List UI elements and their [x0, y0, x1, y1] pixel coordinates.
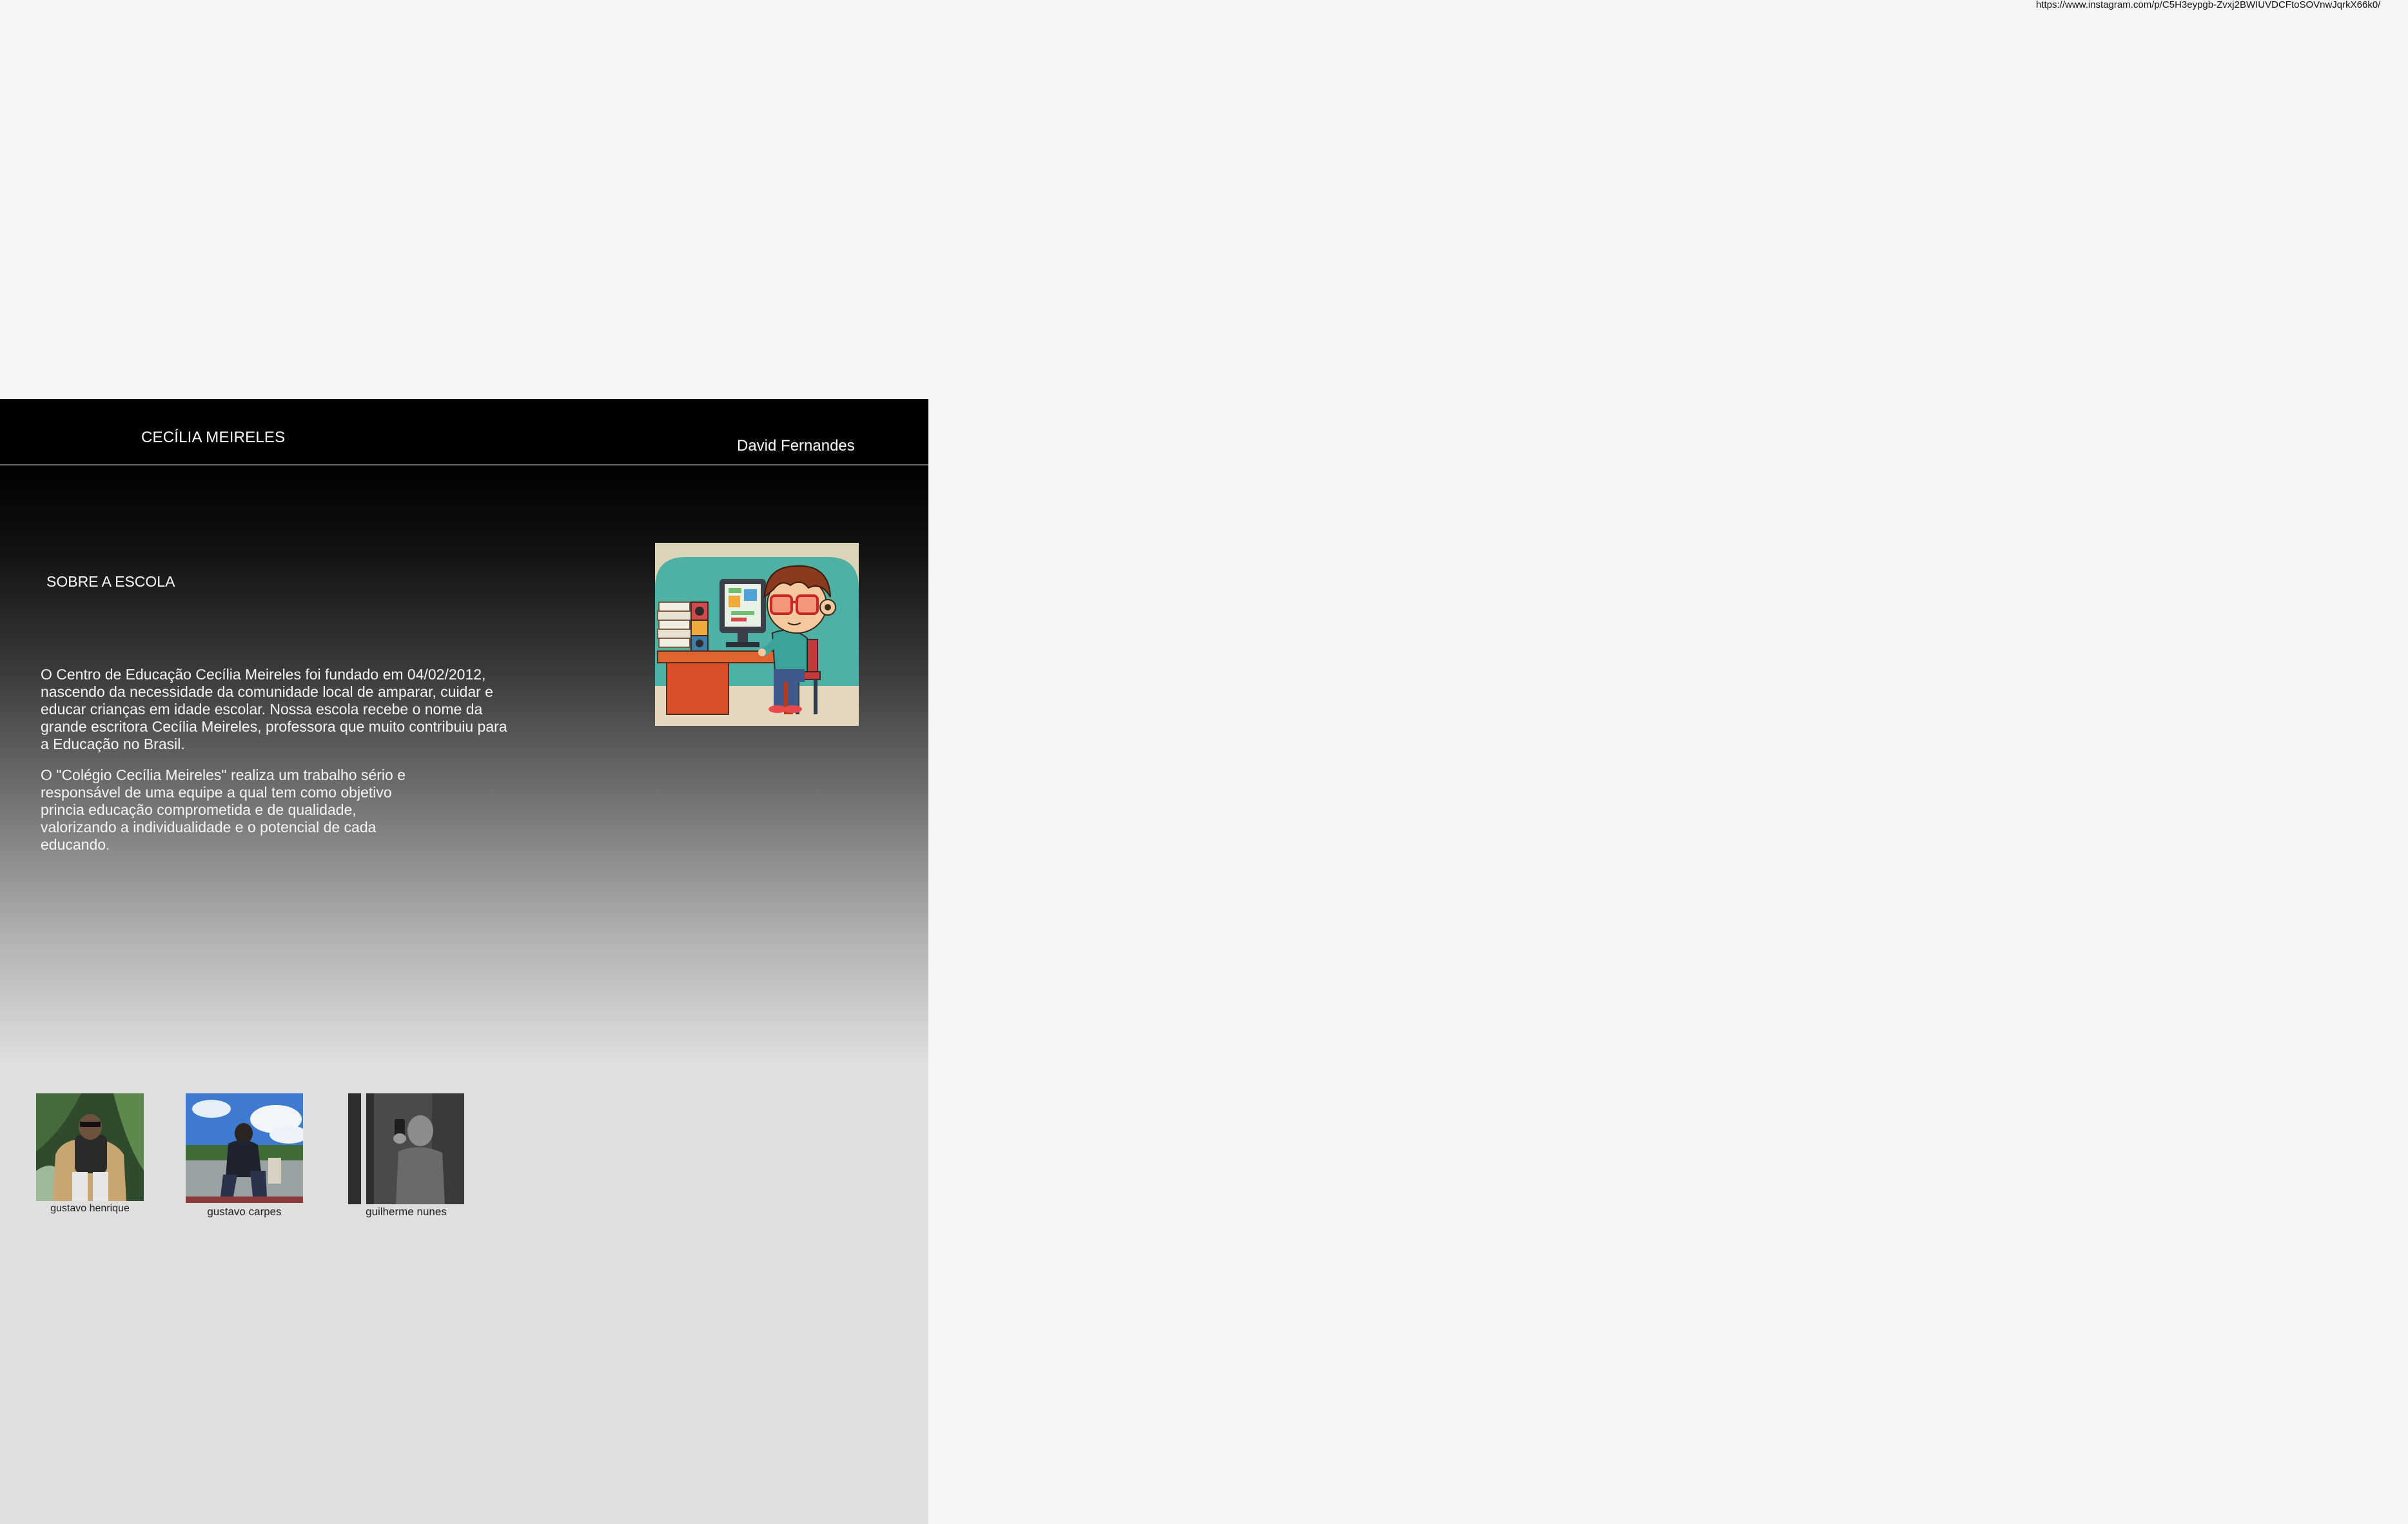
member-photo — [348, 1093, 464, 1204]
member-name: gustavo henrique — [50, 1203, 130, 1214]
member-name: guilherme nunes — [366, 1206, 447, 1218]
member-photo — [186, 1093, 303, 1203]
members-section: gustavo henrique gustavo carpes guilherm… — [0, 1060, 928, 1524]
kid-at-computer-illustration — [655, 543, 859, 726]
member-card[interactable]: gustavo henrique — [36, 1093, 144, 1214]
member-name: gustavo carpes — [207, 1206, 282, 1218]
url-text: https://www.instagram.com/p/C5H3eypgb-Zv… — [2036, 0, 2381, 10]
site-frame: CECÍLIA MEIRELES David Fernandes SOBRE A… — [0, 399, 928, 1524]
about-section: SOBRE A ESCOLA O Centro de Educação Cecí… — [0, 465, 928, 1060]
author-name: David Fernandes — [737, 437, 855, 454]
site-header: CECÍLIA MEIRELES David Fernandes — [0, 399, 928, 465]
member-photo — [36, 1093, 144, 1201]
member-card[interactable]: guilherme nunes — [348, 1093, 464, 1218]
member-card[interactable]: gustavo carpes — [186, 1093, 303, 1218]
site-brand[interactable]: CECÍLIA MEIRELES — [141, 429, 285, 447]
about-title: SOBRE A ESCOLA — [46, 573, 175, 590]
about-paragraph-2: O "Colégio Cecília Meireles" realiza um … — [41, 767, 406, 853]
about-paragraph-1: O Centro de Educação Cecília Meireles fo… — [41, 666, 507, 752]
